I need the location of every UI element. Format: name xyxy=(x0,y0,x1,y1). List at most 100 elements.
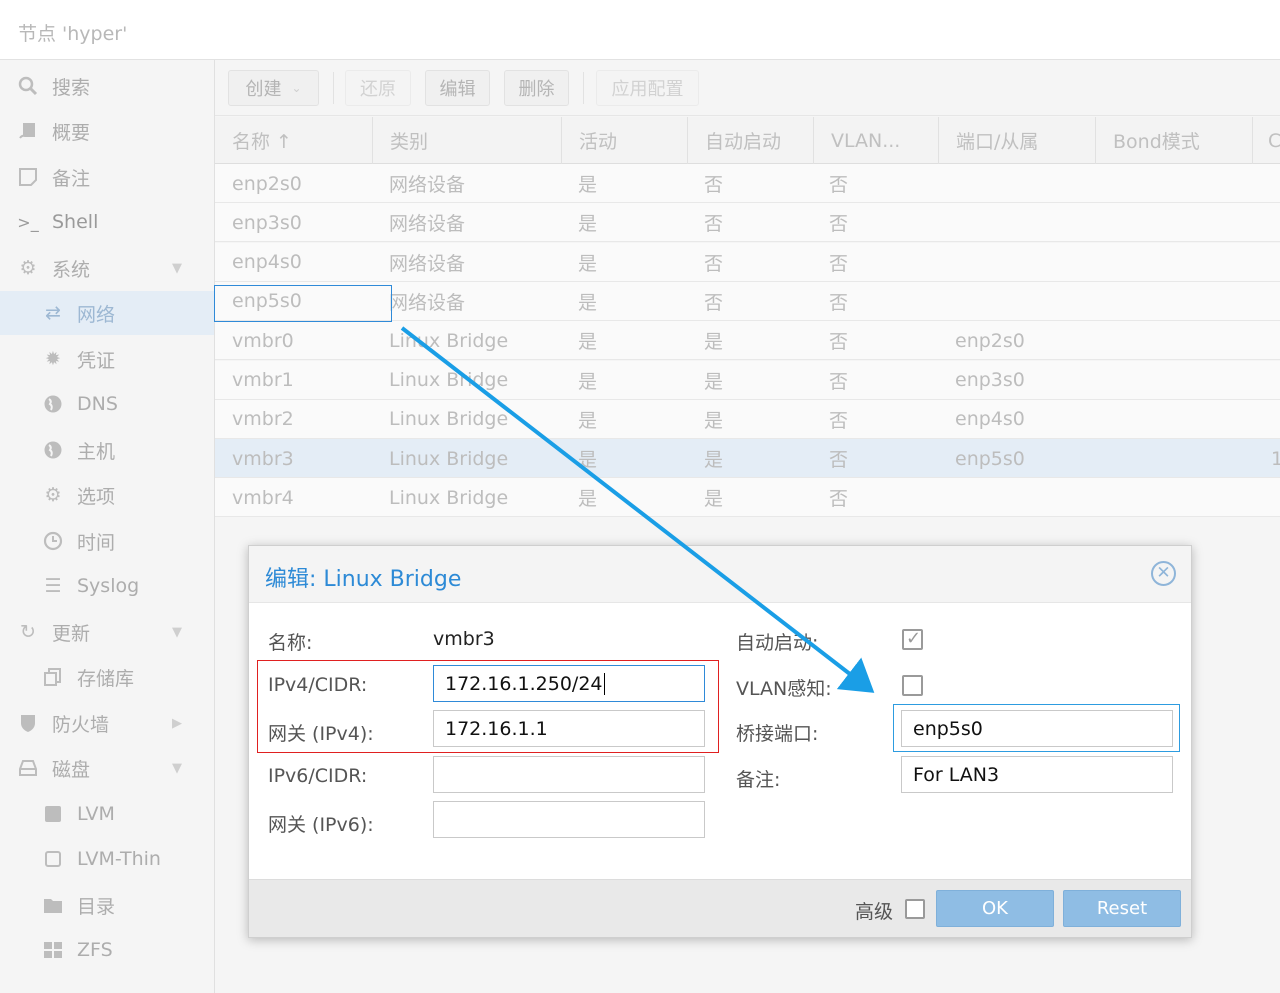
table-row[interactable]: enp2s0 网络设备 是 否 否 xyxy=(215,164,1280,203)
table-row[interactable]: enp4s0 网络设备 是 否 否 xyxy=(215,242,1280,282)
table-row[interactable]: vmbr1 Linux Bridge 是 是 否 enp3s0 xyxy=(215,360,1280,400)
sidebar-item-shell[interactable]: >_ Shell xyxy=(0,200,214,244)
sidebar-item-label: 磁盘 xyxy=(52,758,91,781)
sidebar-item-disks[interactable]: 磁盘 ▼ xyxy=(0,746,214,790)
cell-type: 网络设备 xyxy=(389,291,466,314)
sidebar-item-search[interactable]: 搜索 xyxy=(0,64,214,108)
cell-active: 是 xyxy=(578,213,598,236)
chevron-right-icon[interactable]: ▶ xyxy=(172,716,182,731)
cell-active: 是 xyxy=(578,252,598,275)
sidebar-item-label: 备注 xyxy=(52,167,91,190)
sidebar-item-notes[interactable]: 备注 xyxy=(0,155,214,199)
cell-autostart: 是 xyxy=(704,449,724,472)
name-label: 名称: xyxy=(268,632,313,654)
book-icon xyxy=(16,119,40,143)
sidebar-item-options[interactable]: ⚙ 选项 xyxy=(0,473,214,517)
sidebar-item-zfs[interactable]: ZFS xyxy=(0,928,214,972)
vlan-aware-checkbox[interactable] xyxy=(902,675,923,696)
sidebar-item-updates[interactable]: ↻ 更新 ▼ xyxy=(0,610,214,654)
node-title: 节点 'hyper' xyxy=(18,23,128,45)
cell-autostart: 否 xyxy=(704,252,724,275)
sidebar-item-label: ZFS xyxy=(77,939,113,961)
sidebar-item-label: 防火墙 xyxy=(52,713,110,736)
ipv6-cidr-input[interactable] xyxy=(433,756,705,793)
sidebar-item-firewall[interactable]: 防火墙 ▶ xyxy=(0,701,214,745)
comment-input[interactable]: For LAN3 xyxy=(901,756,1173,793)
comment-value: For LAN3 xyxy=(913,763,1000,786)
sidebar-item-summary[interactable]: 概要 xyxy=(0,109,214,153)
revert-button[interactable]: 还原 xyxy=(345,70,411,106)
cell-autostart: 是 xyxy=(704,370,724,393)
cell-vlan: 否 xyxy=(829,488,849,511)
edit-button[interactable]: 编辑 xyxy=(425,70,490,106)
table-row[interactable]: vmbr0 Linux Bridge 是 是 否 enp2s0 xyxy=(215,321,1280,361)
reset-button[interactable]: Reset xyxy=(1063,890,1181,927)
sidebar-item-label: 存储库 xyxy=(77,667,135,690)
column-header-bond[interactable]: Bond模式 xyxy=(1096,117,1253,164)
cell-autostart: 否 xyxy=(704,213,724,236)
cell-active: 是 xyxy=(578,449,598,472)
check-icon: ✓ xyxy=(906,628,922,649)
search-icon xyxy=(16,74,40,98)
advanced-label: 高级 xyxy=(855,901,894,923)
grid-icon xyxy=(41,938,65,962)
column-header-name[interactable]: 名称 ↑ xyxy=(215,117,373,164)
ok-button[interactable]: OK xyxy=(936,890,1054,927)
certificate-icon: ✹ xyxy=(45,348,61,370)
column-header-active[interactable]: 活动 xyxy=(562,117,688,164)
gear-icon: ⚙ xyxy=(44,484,62,506)
sidebar-item-repositories[interactable]: 存储库 xyxy=(0,655,214,699)
cell-ports: enp5s0 xyxy=(955,447,1025,470)
column-header-type[interactable]: 类别 xyxy=(373,117,562,164)
cell-autostart: 是 xyxy=(704,488,724,511)
hdd-icon xyxy=(16,756,40,780)
cell-type: 网络设备 xyxy=(389,174,466,196)
sidebar-item-directory[interactable]: 目录 xyxy=(0,883,214,927)
advanced-checkbox[interactable] xyxy=(905,899,925,919)
sidebar-item-label: 主机 xyxy=(77,440,116,463)
sidebar-item-time[interactable]: 时间 xyxy=(0,519,214,563)
table-row[interactable]: vmbr3 Linux Bridge 是 是 否 enp5s0 1 xyxy=(215,439,1280,479)
square-outline-icon xyxy=(41,847,65,871)
sidebar-item-label: 时间 xyxy=(77,531,116,554)
cell-active: 是 xyxy=(578,370,598,393)
sidebar-item-system[interactable]: ⚙ 系统 ▼ xyxy=(0,246,214,290)
sidebar-item-hosts[interactable]: 主机 xyxy=(0,428,214,472)
square-icon xyxy=(41,802,65,826)
column-header-vlan[interactable]: VLAN... xyxy=(814,117,939,164)
cell-active: 是 xyxy=(578,488,598,511)
chevron-down-icon[interactable]: ▼ xyxy=(172,261,182,276)
autostart-checkbox[interactable]: ✓ xyxy=(902,628,923,650)
dialog-header: 编辑: Linux Bridge ✕ xyxy=(249,546,1191,603)
list-icon: ☰ xyxy=(44,575,62,597)
column-header-autostart[interactable]: 自动启动 xyxy=(688,117,814,164)
column-header-ports[interactable]: 端口/从属 xyxy=(939,117,1096,164)
sidebar-item-syslog[interactable]: ☰ Syslog xyxy=(0,564,214,608)
sidebar-item-dns[interactable]: DNS xyxy=(0,382,214,426)
create-button[interactable]: 创建 ⌄ xyxy=(228,70,319,106)
chevron-down-icon[interactable]: ▼ xyxy=(172,625,182,640)
delete-button[interactable]: 删除 xyxy=(504,70,569,106)
table-row[interactable]: vmbr2 Linux Bridge 是 是 否 enp4s0 xyxy=(215,399,1280,439)
sidebar-item-label: 概要 xyxy=(52,121,91,144)
cell-vlan: 否 xyxy=(829,291,849,314)
column-header-truncated[interactable]: C xyxy=(1253,117,1280,164)
close-icon[interactable]: ✕ xyxy=(1151,561,1176,586)
table-row[interactable]: vmbr4 Linux Bridge 是 是 否 xyxy=(215,478,1280,518)
sidebar-item-network[interactable]: ⇄ 网络 xyxy=(0,291,214,335)
sidebar-item-label: Shell xyxy=(52,211,99,233)
chevron-down-icon[interactable]: ▼ xyxy=(172,761,182,776)
name-value: vmbr3 xyxy=(433,628,495,650)
sidebar-item-label: Syslog xyxy=(77,575,140,597)
sidebar-item-certificates[interactable]: ✹ 凭证 xyxy=(0,337,214,381)
toolbar-separator xyxy=(583,72,584,104)
autostart-label: 自动启动: xyxy=(736,632,819,654)
apply-config-button[interactable]: 应用配置 xyxy=(596,70,699,106)
cogs-icon: ⚙ xyxy=(19,257,37,279)
sidebar-item-lvm[interactable]: LVM xyxy=(0,792,214,836)
refresh-icon: ↻ xyxy=(20,621,36,643)
sidebar-item-lvm-thin[interactable]: LVM-Thin xyxy=(0,837,214,881)
cell-name: vmbr3 xyxy=(232,447,294,470)
table-row[interactable]: enp3s0 网络设备 是 否 否 xyxy=(215,203,1280,243)
gateway-ipv6-input[interactable] xyxy=(433,801,705,838)
